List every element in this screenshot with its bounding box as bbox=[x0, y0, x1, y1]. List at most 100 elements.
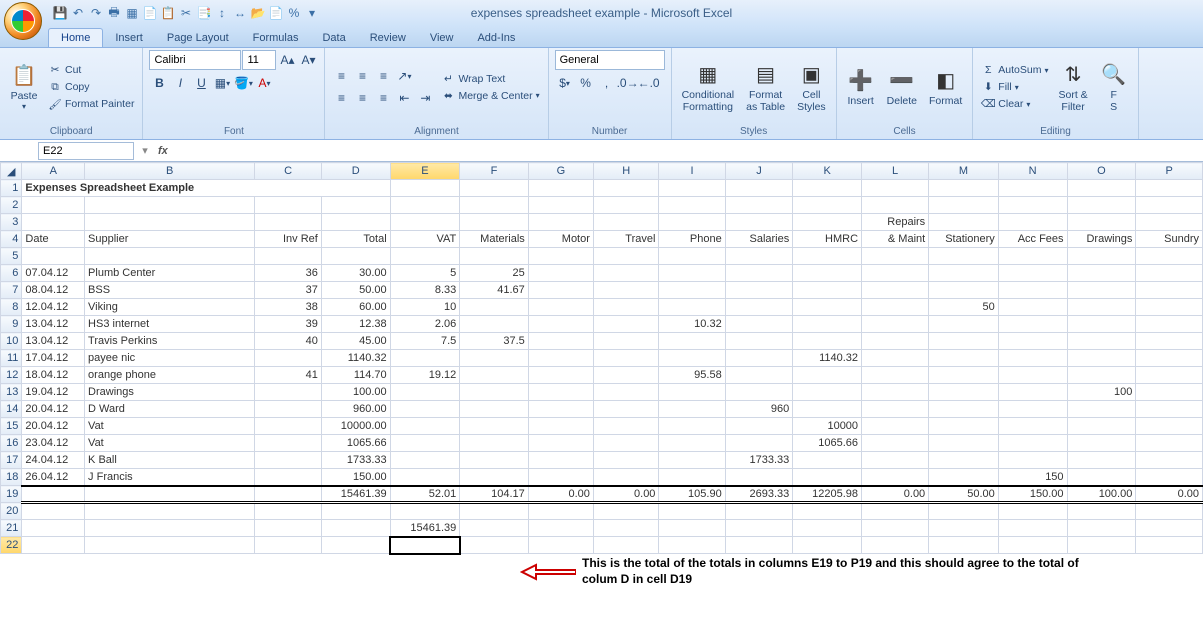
cell-G4[interactable]: Motor bbox=[528, 231, 593, 248]
col-header-L[interactable]: L bbox=[862, 163, 929, 180]
col-header-C[interactable]: C bbox=[255, 163, 322, 180]
cell-I9[interactable]: 10.32 bbox=[659, 316, 725, 333]
cell-A5[interactable] bbox=[22, 248, 85, 265]
cell-I11[interactable] bbox=[659, 350, 725, 367]
cell-B13[interactable]: Drawings bbox=[85, 384, 255, 401]
cell-K14[interactable] bbox=[793, 401, 862, 418]
cell-K4[interactable]: HMRC bbox=[793, 231, 862, 248]
cell-P13[interactable] bbox=[1136, 384, 1203, 401]
cell-N9[interactable] bbox=[998, 316, 1067, 333]
cell-C16[interactable] bbox=[255, 435, 322, 452]
cell-M21[interactable] bbox=[929, 520, 999, 537]
delete-cells-button[interactable]: ➖Delete bbox=[883, 65, 921, 110]
new-icon[interactable]: 📄 bbox=[268, 5, 284, 21]
cell-K22[interactable] bbox=[793, 537, 862, 554]
cell-E10[interactable]: 7.5 bbox=[390, 333, 460, 350]
cell-I5[interactable] bbox=[659, 248, 725, 265]
tab-insert[interactable]: Insert bbox=[103, 29, 155, 47]
cell-D14[interactable]: 960.00 bbox=[321, 401, 390, 418]
cell-A20[interactable] bbox=[22, 503, 85, 520]
cell-I21[interactable] bbox=[659, 520, 725, 537]
cell-J9[interactable] bbox=[725, 316, 793, 333]
col-header-J[interactable]: J bbox=[725, 163, 793, 180]
cell-O17[interactable] bbox=[1067, 452, 1136, 469]
font-color-button[interactable]: A bbox=[254, 73, 274, 93]
cell-H13[interactable] bbox=[593, 384, 659, 401]
cell-F13[interactable] bbox=[460, 384, 529, 401]
cell-N12[interactable] bbox=[998, 367, 1067, 384]
cell-O10[interactable] bbox=[1067, 333, 1136, 350]
name-box-dropdown[interactable]: ▾ bbox=[136, 144, 154, 157]
cell-H7[interactable] bbox=[593, 282, 659, 299]
cell-F3[interactable] bbox=[460, 214, 529, 231]
cell-O13[interactable]: 100 bbox=[1067, 384, 1136, 401]
cell-D13[interactable]: 100.00 bbox=[321, 384, 390, 401]
cell-G18[interactable] bbox=[528, 469, 593, 486]
row-header-13[interactable]: 13 bbox=[1, 384, 22, 401]
cell-A9[interactable]: 13.04.12 bbox=[22, 316, 85, 333]
cell-H1[interactable] bbox=[593, 180, 659, 197]
cell-P15[interactable] bbox=[1136, 418, 1203, 435]
cell-O4[interactable]: Drawings bbox=[1067, 231, 1136, 248]
accounting-format-icon[interactable]: $ bbox=[555, 73, 575, 93]
cell-G8[interactable] bbox=[528, 299, 593, 316]
cell-C21[interactable] bbox=[255, 520, 322, 537]
cell-L10[interactable] bbox=[862, 333, 929, 350]
cell-B9[interactable]: HS3 internet bbox=[85, 316, 255, 333]
cell-K20[interactable] bbox=[793, 503, 862, 520]
cell-L8[interactable] bbox=[862, 299, 929, 316]
cell-H9[interactable] bbox=[593, 316, 659, 333]
percent-format-icon[interactable]: % bbox=[576, 73, 596, 93]
cell-E14[interactable] bbox=[390, 401, 460, 418]
cell-B14[interactable]: D Ward bbox=[85, 401, 255, 418]
cell-J1[interactable] bbox=[725, 180, 793, 197]
cell-F1[interactable] bbox=[460, 180, 529, 197]
cell-K17[interactable] bbox=[793, 452, 862, 469]
cell-C5[interactable] bbox=[255, 248, 322, 265]
row-header-17[interactable]: 17 bbox=[1, 452, 22, 469]
align-left-icon[interactable]: ≡ bbox=[331, 88, 351, 108]
format-as-table-button[interactable]: ▤Format as Table bbox=[742, 59, 789, 115]
cell-H16[interactable] bbox=[593, 435, 659, 452]
tab-home[interactable]: Home bbox=[48, 28, 103, 47]
cell-D18[interactable]: 150.00 bbox=[321, 469, 390, 486]
col-header-P[interactable]: P bbox=[1136, 163, 1203, 180]
cell-E6[interactable]: 5 bbox=[390, 265, 460, 282]
cell-M12[interactable] bbox=[929, 367, 999, 384]
fill-color-button[interactable]: 🪣 bbox=[233, 73, 253, 93]
col-header-E[interactable]: E bbox=[390, 163, 460, 180]
cell-K12[interactable] bbox=[793, 367, 862, 384]
cell-G11[interactable] bbox=[528, 350, 593, 367]
cell-B7[interactable]: BSS bbox=[85, 282, 255, 299]
cell-E11[interactable] bbox=[390, 350, 460, 367]
cell-F21[interactable] bbox=[460, 520, 529, 537]
cell-H19[interactable]: 0.00 bbox=[593, 486, 659, 503]
cell-E2[interactable] bbox=[390, 197, 460, 214]
cell-E16[interactable] bbox=[390, 435, 460, 452]
cut-button[interactable]: ✂Cut bbox=[46, 62, 136, 78]
cell-C6[interactable]: 36 bbox=[255, 265, 322, 282]
cell-P17[interactable] bbox=[1136, 452, 1203, 469]
cell-G17[interactable] bbox=[528, 452, 593, 469]
row-header-14[interactable]: 14 bbox=[1, 401, 22, 418]
cell-I1[interactable] bbox=[659, 180, 725, 197]
orientation-icon[interactable]: ↗ bbox=[394, 66, 414, 86]
cell-K21[interactable] bbox=[793, 520, 862, 537]
cell-L11[interactable] bbox=[862, 350, 929, 367]
row-header-5[interactable]: 5 bbox=[1, 248, 22, 265]
cell-L5[interactable] bbox=[862, 248, 929, 265]
cell-H17[interactable] bbox=[593, 452, 659, 469]
cell-C13[interactable] bbox=[255, 384, 322, 401]
cell-L4[interactable]: & Maint bbox=[862, 231, 929, 248]
cell-O14[interactable] bbox=[1067, 401, 1136, 418]
cell-K11[interactable]: 1140.32 bbox=[793, 350, 862, 367]
row-header-15[interactable]: 15 bbox=[1, 418, 22, 435]
cell-N10[interactable] bbox=[998, 333, 1067, 350]
cell-F15[interactable] bbox=[460, 418, 529, 435]
cell-J16[interactable] bbox=[725, 435, 793, 452]
cell-G1[interactable] bbox=[528, 180, 593, 197]
row-header-3[interactable]: 3 bbox=[1, 214, 22, 231]
font-name-combo[interactable] bbox=[149, 50, 241, 70]
row-header-4[interactable]: 4 bbox=[1, 231, 22, 248]
cell-K16[interactable]: 1065.66 bbox=[793, 435, 862, 452]
